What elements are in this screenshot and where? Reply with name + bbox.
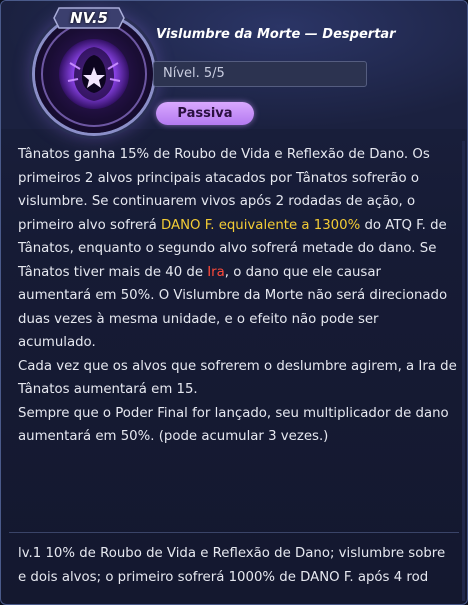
level-badge-label: NV.5	[70, 9, 108, 27]
level-note-line: lv.1 10% de Roubo de Vida e Reflexão de …	[18, 546, 446, 561]
description-paragraph-1: Tânatos ganha 15% de Roubo de Vida e Ref…	[18, 143, 458, 355]
description-paragraph-2: Cada vez que os alvos que sofrerem o des…	[18, 358, 457, 398]
hooded-figure-star-icon	[67, 47, 121, 101]
damage-highlight: DANO F. equivalente a 1300%	[160, 217, 361, 233]
skill-type-tag: Passiva	[156, 102, 254, 125]
skill-description: Tânatos ganha 15% de Roubo de Vida e Ref…	[18, 143, 458, 449]
skill-tooltip-panel: NV.5 Vislumbre da Morte — Despertar Níve…	[0, 0, 468, 605]
skill-level-label: Nível. 5/5	[163, 66, 225, 81]
ira-keyword: Ira	[207, 264, 225, 280]
level-notes: lv.1 10% de Roubo de Vida e Reflexão de …	[18, 542, 467, 589]
scrollbar[interactable]	[462, 141, 465, 601]
skill-title: Vislumbre da Morte — Despertar	[156, 27, 396, 42]
level-note-line: e dois alvos; o primeiro sofrerá 1000% d…	[18, 569, 429, 585]
section-divider	[9, 532, 459, 533]
description-paragraph-3: Sempre que o Poder Final for lançado, se…	[18, 405, 449, 445]
skill-header: NV.5 Vislumbre da Morte — Despertar Níve…	[1, 1, 467, 133]
skill-level-box: Nível. 5/5	[153, 61, 367, 87]
skill-icon-frame	[35, 15, 153, 133]
